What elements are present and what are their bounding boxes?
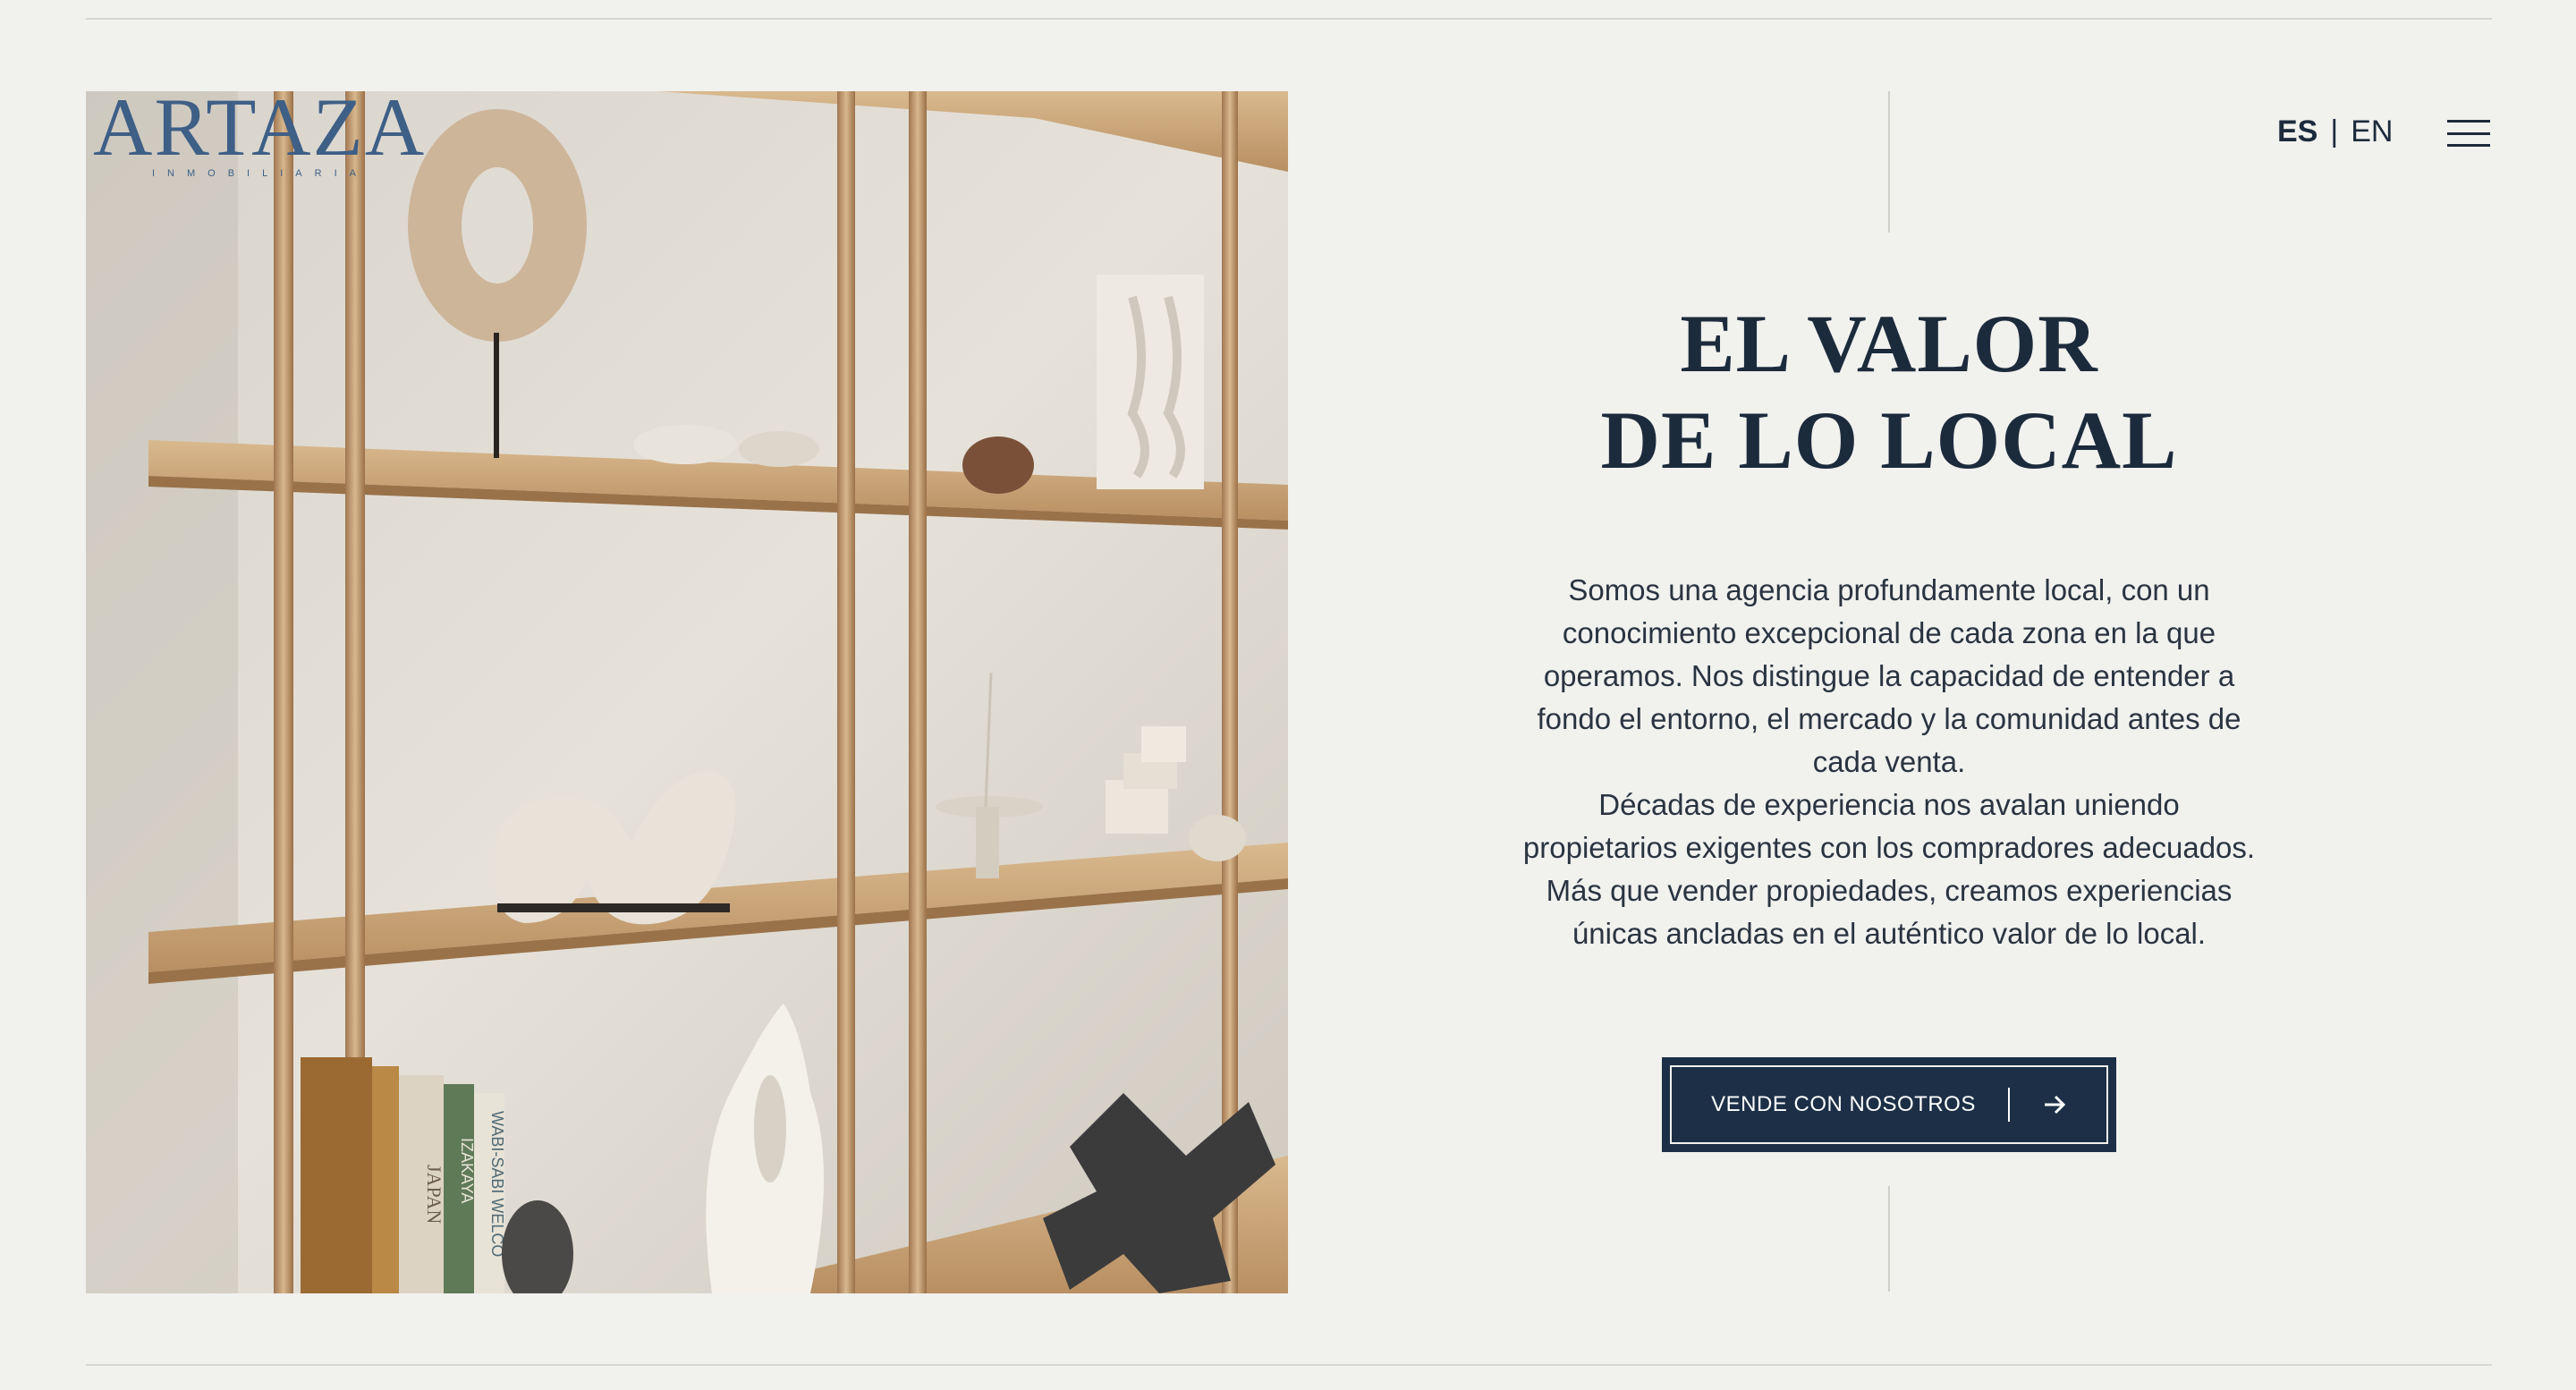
cta-separator	[2007, 1088, 2010, 1122]
book-spine-izakaya: IZAKAYA	[458, 1138, 476, 1203]
hero-heading: EL VALOR DE LO LOCAL	[1521, 295, 2258, 488]
brand-name: ARTAZA	[93, 81, 427, 173]
arrow-right-icon	[2042, 1092, 2067, 1117]
lang-es-link[interactable]: ES	[2277, 114, 2318, 149]
hamburger-menu-icon[interactable]	[2447, 120, 2490, 147]
menu-bar	[2447, 144, 2490, 147]
hero-heading-line1: EL VALOR	[1680, 298, 2098, 389]
top-divider	[86, 18, 2492, 20]
lang-en-link[interactable]: EN	[2351, 114, 2393, 149]
book-spine-wabisabi: WABI-SABI WELCO	[488, 1111, 506, 1257]
brand-tagline: INMOBILIARIA	[152, 168, 369, 179]
sell-with-us-button[interactable]: VENDE CON NOSOTROS	[1662, 1057, 2116, 1152]
hero-photo-shelves: JAPAN IZAKAYA WABI-SABI WELCO	[86, 91, 1288, 1293]
menu-bar	[2447, 131, 2490, 135]
hero-heading-line2: DE LO LOCAL	[1600, 394, 2178, 486]
hero-description: Somos una agencia profundamente local, c…	[1521, 569, 2258, 955]
bottom-divider	[86, 1364, 2492, 1366]
brand-logo[interactable]: ARTAZA INMOBILIARIA	[89, 86, 424, 184]
language-switcher: ES | EN	[2277, 114, 2393, 149]
book-spine-japan: JAPAN	[423, 1165, 445, 1225]
shelf-illustration: JAPAN IZAKAYA WABI-SABI WELCO	[86, 91, 1288, 1293]
cta-label: VENDE CON NOSOTROS	[1711, 1092, 1976, 1116]
vertical-divider-bottom	[1888, 1186, 1890, 1292]
hero-paragraph-1: Somos una agencia profundamente local, c…	[1537, 573, 2241, 778]
vertical-divider-top	[1888, 91, 1890, 233]
hero-paragraph-2: Décadas de experiencia nos avalan uniend…	[1522, 788, 2256, 950]
lang-separator: |	[2330, 114, 2339, 148]
menu-bar	[2447, 120, 2490, 123]
sell-with-us-button-inner: VENDE CON NOSOTROS	[1670, 1065, 2108, 1144]
